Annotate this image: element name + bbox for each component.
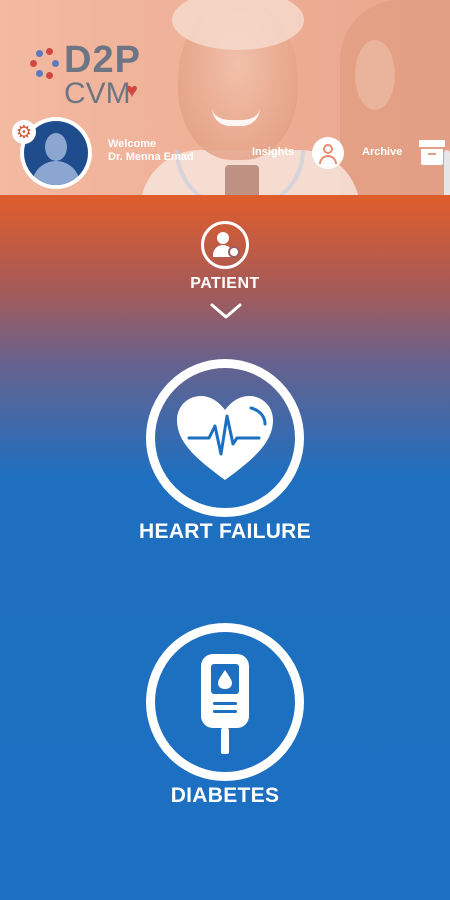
diabetes-circle [146,623,304,781]
main-content: PATIENT HEART FAILURE DIABETES [0,195,450,900]
heart-rate-icon [177,396,273,480]
category-diabetes[interactable]: DIABETES [0,623,450,823]
gear-icon[interactable]: ⚙ [12,120,36,144]
welcome-greeting: Welcome [108,138,157,150]
insights-label[interactable]: Insights [252,146,294,158]
archive-box-icon[interactable] [419,140,445,166]
category-heart-failure[interactable]: HEART FAILURE [0,359,450,559]
heart-failure-circle [146,359,304,517]
patient-label[interactable]: PATIENT [0,275,450,293]
header: D2P CVM ♥ ⚙ Welcome Dr. Menna Emad Insig… [0,0,450,195]
logo-dots-icon [28,46,62,80]
archive-label[interactable]: Archive [362,146,402,158]
user-name: Dr. Menna Emad [108,151,194,163]
insights-user-icon[interactable] [312,137,344,169]
app-logo: D2P CVM ♥ [28,40,148,110]
logo-heart-icon: ♥ [126,80,138,102]
category-label: DIABETES [170,784,280,807]
chevron-down-icon[interactable] [210,295,242,327]
category-label: HEART FAILURE [139,520,311,543]
welcome-block: Welcome Dr. Menna Emad [108,138,194,164]
glucose-meter-icon [201,654,249,754]
logo-subtitle: CVM [64,77,131,110]
patient-icon[interactable] [201,221,249,269]
logo-title: D2P [64,39,141,81]
